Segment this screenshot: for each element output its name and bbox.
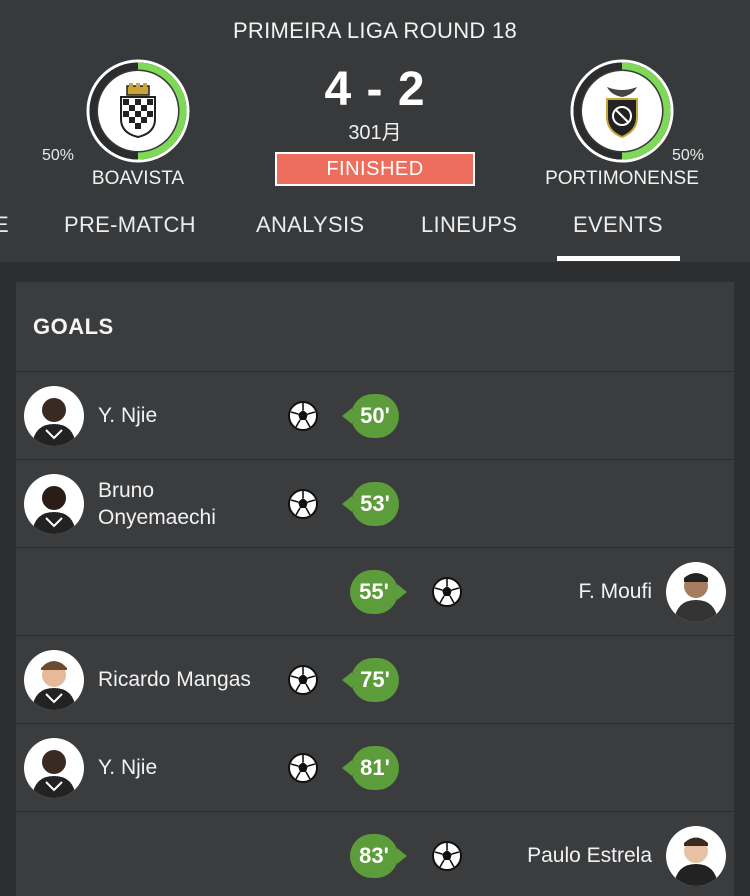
goal-minute-badge: 50' [342,394,399,438]
tab-partial[interactable]: E [0,212,9,238]
goals-panel: GOALS Y. Njie 50' Bruno Onyemaechi 53' 5… [16,282,734,896]
player-name: Ricardo Mangas [98,668,251,691]
away-team-percentage: 50% [672,147,705,164]
goal-minute-badge: 53' [342,482,399,526]
player-name: F. Moufi [578,580,652,603]
soccer-ball-icon [287,752,319,784]
goal-minute: 55' [359,579,389,604]
goal-minute: 50' [360,403,390,428]
home-team-percentage: 50% [42,147,75,164]
soccer-ball-icon [431,576,463,608]
player-avatar [24,738,84,798]
soccer-ball-icon [287,400,319,432]
goal-row[interactable]: 55' F. Moufi [16,547,734,635]
player-name-line-2: Onyemaechi [98,506,216,529]
player-avatar [24,386,84,446]
home-team-name: BOAVISTA [91,168,185,189]
goal-row[interactable]: 83' Paulo Estrela [16,811,734,896]
player-name: Y. Njie [98,404,158,427]
match-header: PRIMEIRA LIGA ROUND 18 BOAVISTA 50% 4 - … [0,0,750,262]
active-tab-indicator [557,256,680,261]
player-avatar [24,650,84,710]
goal-minute: 81' [360,755,390,780]
player-avatar [666,826,726,886]
goal-minute-badge: 75' [342,658,399,702]
player-avatar [666,562,726,622]
soccer-ball-icon [431,840,463,872]
tab-pre-match[interactable]: PRE-MATCH [64,212,196,238]
goal-minute-badge: 55' [350,570,407,614]
goal-minute: 83' [359,843,389,868]
away-team-badge [569,58,675,164]
goal-row[interactable]: Y. Njie 50' [16,371,734,459]
goal-minute-badge: 83' [350,834,407,878]
goal-minute: 53' [360,491,390,516]
goal-minute: 75' [360,667,390,692]
player-name: Y. Njie [98,756,158,779]
soccer-ball-icon [287,664,319,696]
round-title: PRIMEIRA LIGA ROUND 18 [232,18,518,43]
tab-events[interactable]: EVENTS [573,212,663,238]
player-avatar [24,474,84,534]
goal-row[interactable]: Y. Njie 81' [16,723,734,811]
goals-title: GOALS [33,314,114,339]
goal-minute-badge: 81' [342,746,399,790]
player-name-line-1: Bruno [98,479,155,502]
match-status-badge: FINISHED [275,152,475,186]
portimonense-crest-icon [582,71,662,151]
tab-lineups[interactable]: LINEUPS [421,212,517,238]
soccer-ball-icon [287,488,319,520]
goal-row[interactable]: Ricardo Mangas 75' [16,635,734,723]
goal-row[interactable]: Bruno Onyemaechi 53' [16,459,734,547]
match-tabs: E PRE-MATCH ANALYSIS LINEUPS EVENTS [0,204,750,262]
away-team[interactable]: PORTIMONENSE 50% [522,58,722,190]
away-team-name: PORTIMONENSE [545,168,699,189]
player-name: Paulo Estrela [527,844,652,867]
tab-analysis[interactable]: ANALYSIS [256,212,364,238]
